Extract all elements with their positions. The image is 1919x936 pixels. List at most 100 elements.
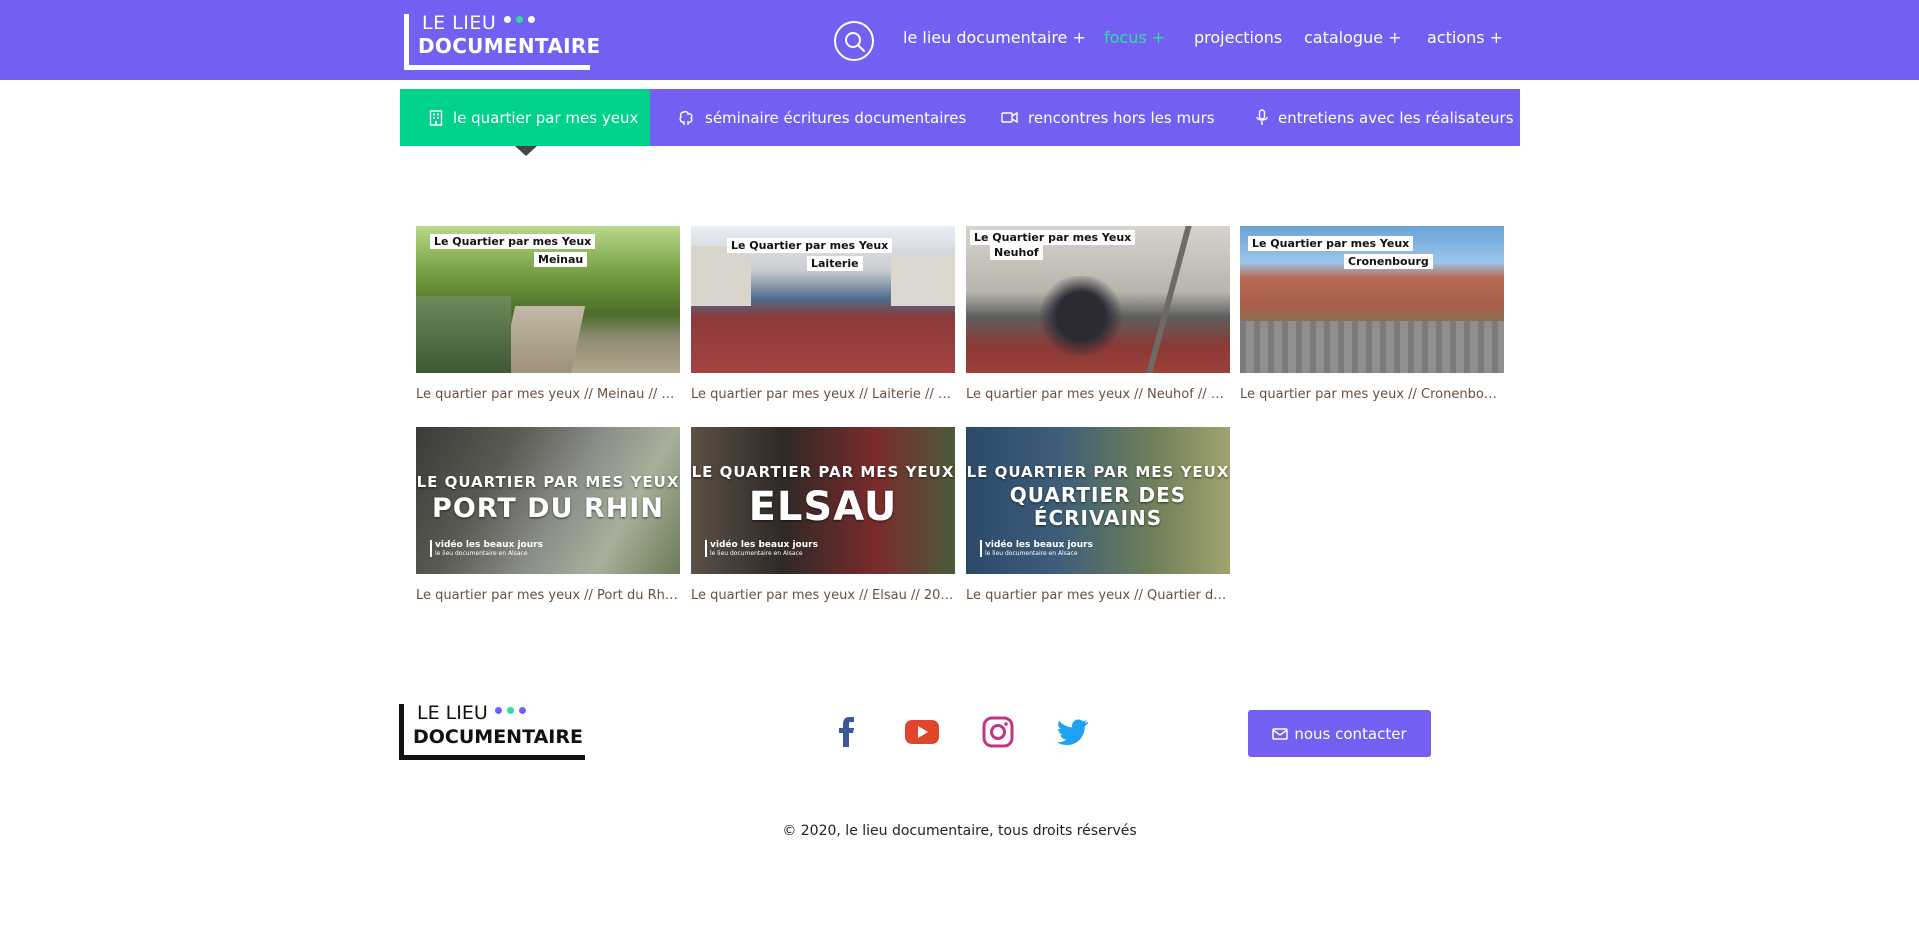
thumbnail-subtitle: QUARTIER DES — [1009, 483, 1187, 507]
nav-item-focus[interactable]: focus + — [1104, 28, 1165, 47]
logo-dots — [504, 16, 535, 23]
video-card[interactable]: Le Quartier par mes Yeux Cronenbourg Le … — [1240, 226, 1504, 402]
brain-icon — [679, 110, 695, 126]
logo-dot — [528, 16, 535, 23]
instagram-link[interactable] — [980, 714, 1016, 750]
thumbnail-title: LE QUARTIER PAR MES YEUX — [966, 463, 1230, 481]
video-camera-icon — [1001, 111, 1018, 124]
facebook-icon — [839, 717, 854, 747]
logo-dot — [519, 707, 526, 714]
logo-bar — [404, 14, 409, 70]
logo-line-2: DOCUMENTAIRE — [418, 34, 601, 58]
thumbnail-subtitle: Neuhof — [990, 245, 1043, 260]
video-card[interactable]: Le Quartier par mes Yeux Meinau Le quart… — [416, 226, 680, 402]
site-logo[interactable]: LE LIEU DOCUMENTAIRE — [404, 12, 600, 70]
instagram-icon — [982, 716, 1014, 748]
twitter-link[interactable] — [1055, 714, 1091, 750]
nav-item-catalogue[interactable]: catalogue + — [1304, 28, 1402, 47]
logo-line-1: LE LIEU — [417, 702, 488, 724]
building-shape — [891, 256, 955, 306]
thumbnail-title: Le Quartier par mes Yeux — [727, 238, 893, 253]
twitter-icon — [1057, 719, 1088, 745]
video-thumbnail[interactable]: Le Quartier par mes Yeux Laiterie — [691, 226, 955, 373]
logo-line-2: DOCUMENTAIRE — [413, 726, 583, 748]
video-thumbnail[interactable]: Le Quartier par mes Yeux Neuhof — [966, 226, 1230, 373]
youtube-link[interactable] — [904, 714, 940, 750]
youtube-icon — [905, 720, 939, 744]
nav-item-actions[interactable]: actions + — [1427, 28, 1503, 47]
credit-line-1: vidéo les beaux jours — [985, 540, 1093, 550]
swing-pole — [1146, 226, 1192, 373]
thumbnail-title: LE QUARTIER PAR MES YEUX — [691, 463, 955, 481]
video-card[interactable]: LE QUARTIER PAR MES YEUX QUARTIER DES ÉC… — [966, 427, 1230, 603]
logo-line-1: LE LIEU — [422, 12, 497, 34]
thumbnail-title: Le Quartier par mes Yeux — [430, 234, 596, 249]
tab-label: séminaire écritures documentaires — [705, 108, 967, 127]
active-tab-pointer — [515, 146, 537, 156]
logo-bar — [399, 704, 404, 760]
focus-tabs: le quartier par mes yeux séminaire écrit… — [400, 89, 1520, 146]
site-header: LE LIEU DOCUMENTAIRE le lieu documentair… — [0, 0, 1919, 80]
video-caption[interactable]: Le quartier par mes yeux // Meinau // 2.… — [416, 387, 680, 402]
video-thumbnail[interactable]: LE QUARTIER PAR MES YEUX QUARTIER DES ÉC… — [966, 427, 1230, 574]
tab-seminaire-ecritures-documentaires[interactable]: séminaire écritures documentaires — [679, 89, 966, 146]
water-shape — [416, 296, 511, 373]
thumbnail-subtitle: Laiterie — [807, 256, 863, 271]
credit-line-1: vidéo les beaux jours — [710, 540, 818, 550]
thumbnail-title: Le Quartier par mes Yeux — [1248, 236, 1414, 251]
thumbnail-credit: vidéo les beaux jours le lieu documentai… — [430, 540, 543, 557]
thumbnail-title: Le Quartier par mes Yeux — [970, 230, 1136, 245]
copyright-text: © 2020, le lieu documentaire, tous droit… — [782, 823, 1137, 839]
video-thumbnail[interactable]: LE QUARTIER PAR MES YEUX ELSAU vidéo les… — [691, 427, 955, 574]
search-button[interactable] — [834, 21, 874, 61]
path-shape — [500, 306, 586, 373]
thumbnail-subtitle: Cronenbourg — [1344, 254, 1433, 269]
thumbnail-subtitle: ELSAU — [748, 484, 898, 530]
tab-le-quartier-par-mes-yeux[interactable]: le quartier par mes yeux — [400, 89, 650, 146]
video-thumbnail[interactable]: LE QUARTIER PAR MES YEUX PORT DU RHIN vi… — [416, 427, 680, 574]
envelope-icon — [1272, 727, 1289, 740]
video-thumbnail[interactable]: Le Quartier par mes Yeux Cronenbourg — [1240, 226, 1504, 373]
tab-label: le quartier par mes yeux — [453, 108, 639, 127]
building-icon — [429, 109, 443, 126]
video-card[interactable]: LE QUARTIER PAR MES YEUX PORT DU RHIN vi… — [416, 427, 680, 603]
credit-line-2: le lieu documentaire en Alsace — [985, 550, 1078, 557]
video-card[interactable]: LE QUARTIER PAR MES YEUX ELSAU vidéo les… — [691, 427, 955, 603]
logo-bar — [399, 755, 585, 760]
video-thumbnail[interactable]: Le Quartier par mes Yeux Meinau — [416, 226, 680, 373]
facebook-link[interactable] — [829, 714, 865, 750]
video-card[interactable]: Le Quartier par mes Yeux Laiterie Le qua… — [691, 226, 955, 402]
tab-label: rencontres hors les murs — [1028, 108, 1215, 127]
tab-label: entretiens avec les réalisateurs — [1278, 108, 1514, 127]
footer-logo[interactable]: LE LIEU DOCUMENTAIRE — [399, 702, 585, 760]
video-caption[interactable]: Le quartier par mes yeux // Laiterie // … — [691, 387, 955, 402]
credit-line-2: le lieu documentaire en Alsace — [435, 550, 528, 557]
microphone-icon — [1256, 109, 1268, 126]
logo-dot — [507, 707, 514, 714]
thumbnail-title: LE QUARTIER PAR MES YEUX — [416, 473, 680, 491]
video-caption[interactable]: Le quartier par mes yeux // Elsau // 201… — [691, 588, 955, 603]
contact-button[interactable]: nous contacter — [1248, 710, 1431, 757]
video-caption[interactable]: Le quartier par mes yeux // Cronenbour..… — [1240, 387, 1504, 402]
parking-shape — [1240, 321, 1504, 373]
video-caption[interactable]: Le quartier par mes yeux // Port du Rhi.… — [416, 588, 680, 603]
tab-rencontres-hors-les-murs[interactable]: rencontres hors les murs — [1001, 89, 1215, 146]
nav-item-le-lieu-documentaire[interactable]: le lieu documentaire + — [903, 28, 1086, 47]
building-shape — [691, 246, 751, 306]
tab-entretiens-avec-les-realisateurs[interactable]: entretiens avec les réalisateurs — [1256, 89, 1514, 146]
thumbnail-credit: vidéo les beaux jours le lieu documentai… — [980, 540, 1093, 557]
nav-item-projections[interactable]: projections — [1194, 28, 1282, 47]
logo-dot — [516, 16, 523, 23]
contact-button-label: nous contacter — [1294, 724, 1407, 743]
thumbnail-credit: vidéo les beaux jours le lieu documentai… — [705, 540, 818, 557]
logo-bar — [404, 65, 590, 70]
video-card[interactable]: Le Quartier par mes Yeux Neuhof Le quart… — [966, 226, 1230, 402]
credit-line-2: le lieu documentaire en Alsace — [710, 550, 803, 557]
thumbnail-subtitle: Meinau — [534, 252, 588, 267]
search-icon — [845, 32, 865, 52]
video-caption[interactable]: Le quartier par mes yeux // Neuhof // 2.… — [966, 387, 1230, 402]
logo-dot — [504, 16, 511, 23]
thumbnail-subtitle-2: ÉCRIVAINS — [1033, 506, 1163, 530]
people-shape — [1036, 276, 1126, 356]
video-caption[interactable]: Le quartier par mes yeux // Quartier de.… — [966, 588, 1230, 603]
